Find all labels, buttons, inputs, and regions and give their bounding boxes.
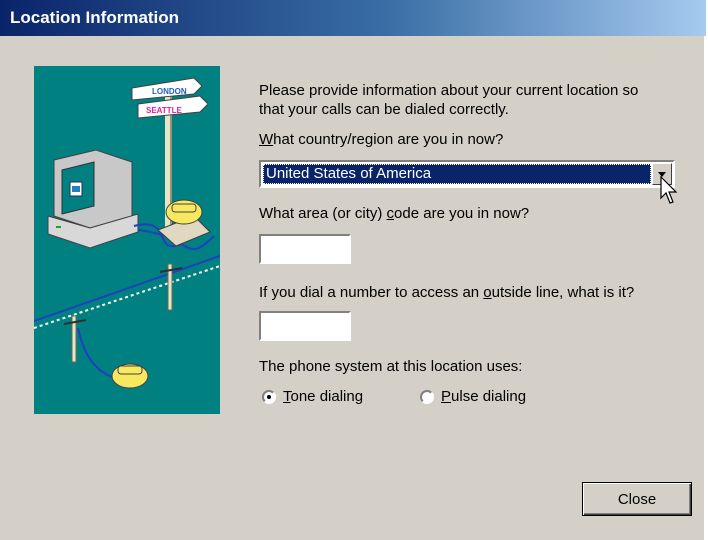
country-selected-value: United States of America (263, 164, 651, 184)
close-button[interactable]: Close (582, 482, 692, 516)
pulse-dialing-label[interactable]: Pulse dialing (441, 388, 526, 405)
intro-line-1: Please provide information about your cu… (259, 82, 639, 99)
country-dropdown[interactable]: United States of America (259, 160, 675, 188)
tone-dialing-radio[interactable] (262, 390, 276, 404)
seattle-sign-text: SEATTLE (146, 106, 183, 115)
pulse-dialing-radio[interactable] (420, 390, 434, 404)
country-label: What country/region are you in now? (259, 131, 504, 148)
location-illustration: LONDON SEATTLE (34, 66, 220, 414)
computer-icon (47, 149, 139, 249)
tone-dialing-label[interactable]: Tone dialing (283, 388, 363, 405)
outside-line-label: If you dial a number to access an outsid… (259, 284, 635, 301)
london-sign-text: LONDON (152, 87, 187, 96)
telephone-icon (111, 363, 149, 389)
intro-line-2: that your calls can be dialed correctly. (259, 101, 509, 118)
title-bar: Location Information (0, 0, 706, 36)
area-code-label: What area (or city) code are you in now? (259, 205, 530, 222)
telephone-network-illustration: LONDON SEATTLE (34, 77, 220, 389)
area-code-input[interactable] (259, 234, 351, 264)
outside-line-input[interactable] (259, 311, 351, 341)
window-title: Location Information (10, 8, 180, 27)
mouse-pointer-icon (660, 176, 678, 204)
phone-system-label: The phone system at this location uses: (259, 358, 523, 375)
utility-pole-icon (63, 315, 87, 363)
intro-text: Please provide information about your cu… (259, 81, 679, 119)
location-information-dialog: Location Information LONDON SEATTLE Plea… (0, 0, 706, 540)
